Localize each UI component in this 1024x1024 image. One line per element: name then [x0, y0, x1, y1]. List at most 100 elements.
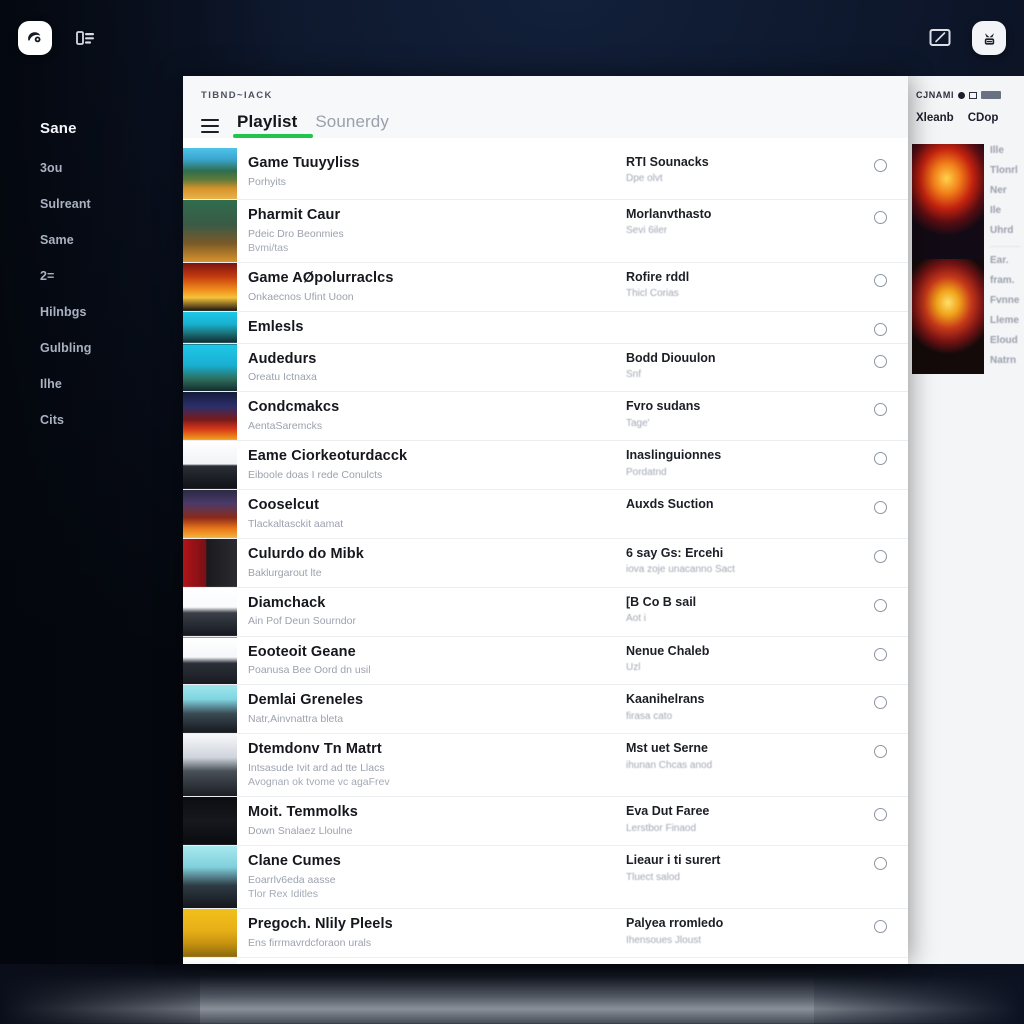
top-bar-right: [926, 21, 1006, 55]
track-text-block: Demlai Greneles Natr,Ainvnattra bleta: [237, 685, 622, 733]
rail-meta-item: Eloud: [990, 335, 1018, 346]
track-list[interactable]: Game Tuuyyliss Porhyits RTI Sounacks Dpe ol…: [183, 148, 908, 964]
track-row[interactable]: ConnnenalesOeathvpen Cninnamel/6' tle-Ra…: [183, 958, 908, 964]
circle-toggle-icon[interactable]: [873, 501, 887, 515]
track-row[interactable]: Culurdo do Mibk Baklurgarout lte 6 say Gs:…: [183, 538, 908, 588]
track-row[interactable]: Dtemdonv Tn Matrt Intsasude Ivit ard ad t…: [183, 734, 908, 798]
app-logo-icon[interactable]: [18, 21, 52, 55]
track-meta-block: Bodd Diouulon Snf: [622, 344, 852, 392]
track-row[interactable]: Eooteoit Geane Poanusa Bee Oord dn usil Ne…: [183, 636, 908, 686]
circle-toggle-icon[interactable]: [873, 322, 887, 336]
track-meta-title: Kaanihelrans: [626, 692, 705, 707]
track-subtitle: Baklurgarout lte: [248, 566, 322, 579]
track-meta-title: Eva Dut Faree: [626, 804, 710, 819]
track-meta-block: l/6' tle-Raux: [622, 958, 852, 964]
track-action-cell[interactable]: [852, 685, 908, 733]
circle-toggle-icon[interactable]: [873, 211, 887, 224]
track-action-cell[interactable]: [852, 441, 908, 489]
track-meta-subtitle: Sevi 6iler: [626, 225, 668, 237]
track-text-block: Culurdo do Mibk Baklurgarout lte: [237, 539, 622, 587]
track-action-cell[interactable]: [852, 588, 908, 636]
track-action-cell[interactable]: [852, 909, 908, 957]
track-action-cell[interactable]: [852, 797, 908, 845]
tab-bar: Playlist Sounerdy: [201, 101, 908, 138]
library-icon[interactable]: [72, 24, 100, 52]
sidebar-item-7[interactable]: Cits: [40, 413, 183, 427]
circle-toggle-icon[interactable]: [873, 354, 887, 368]
rail-tab-xleanb[interactable]: Xleanb: [916, 112, 954, 124]
window-screen-icon[interactable]: [926, 24, 954, 52]
circle-toggle-icon[interactable]: [873, 808, 887, 822]
track-text-block: Emlesls: [237, 312, 622, 343]
track-row[interactable]: Pharmit Caur Pdeic Dro Beonmies Bvmi/tas Mo…: [183, 200, 908, 264]
sidebar-item-6[interactable]: Ilhe: [40, 377, 183, 391]
track-action-cell[interactable]: [852, 846, 908, 908]
circle-toggle-icon[interactable]: [873, 549, 887, 563]
sidebar-item-1[interactable]: Sulreant: [40, 197, 183, 211]
track-row[interactable]: Game Tuuyyliss Porhyits RTI Sounacks Dpe ol…: [183, 148, 908, 200]
track-row[interactable]: Diamchack Ain Pof Deun Sourndor [B Co B sa…: [183, 587, 908, 637]
track-text-block: Cooselcut Tlackaltasckit aamat: [237, 490, 622, 538]
track-action-cell[interactable]: [852, 637, 908, 685]
hamburger-icon[interactable]: [201, 119, 219, 133]
track-action-cell[interactable]: [852, 392, 908, 440]
sidebar-item-5[interactable]: Gulbling: [40, 341, 183, 355]
rail-meta-item: Tlonrl: [990, 165, 1018, 176]
account-chip-icon[interactable]: [972, 21, 1006, 55]
track-row[interactable]: Demlai Greneles Natr,Ainvnattra bleta Kaan…: [183, 685, 908, 735]
sidebar-item-2[interactable]: Same: [40, 233, 183, 247]
track-row[interactable]: Clane Cumes Eoarrlv6eda aasse Tlor Rex Idi…: [183, 846, 908, 910]
track-row[interactable]: Game AØpolurraclcs Onkaecnos Ufint Uoon Ro…: [183, 263, 908, 312]
track-row[interactable]: Moit. Temmolks Down Snalaez Lloulne Eva Du…: [183, 797, 908, 847]
track-row[interactable]: Cooselcut Tlackaltasckit aamat Auxds Sucti…: [183, 490, 908, 539]
track-meta-block: Kaanihelrans firasa cato: [622, 685, 852, 733]
sidebar-item-0[interactable]: 3ou: [40, 161, 183, 175]
sidebar-item-3[interactable]: 2=: [40, 269, 183, 283]
track-action-cell[interactable]: [852, 200, 908, 262]
square-outline-icon: [969, 91, 978, 99]
track-action-cell[interactable]: [852, 148, 908, 199]
circle-toggle-icon[interactable]: [873, 274, 887, 288]
track-subtitle: Poanusa Bee Oord dn usil: [248, 664, 371, 677]
circle-toggle-icon[interactable]: [873, 857, 887, 871]
track-action-cell[interactable]: [852, 312, 908, 343]
track-action-cell[interactable]: [852, 490, 908, 538]
track-text-block: Dtemdonv Tn Matrt Intsasude Ivit ard ad t…: [237, 734, 622, 796]
track-meta-subtitle: iova zoje unacanno Sact: [626, 564, 735, 576]
track-row[interactable]: Pregoch. Nlily Pleels Ens firrmavrdcforao…: [183, 909, 908, 958]
track-text-block: Eame Ciorkeoturdacck Eiboole doas I rede …: [237, 441, 622, 489]
track-action-cell[interactable]: [852, 958, 908, 964]
circle-toggle-icon[interactable]: [873, 598, 887, 612]
circle-toggle-icon[interactable]: [873, 647, 887, 661]
rail-poster-0[interactable]: [912, 144, 984, 259]
track-text-block: Game Tuuyyliss Porhyits: [237, 148, 622, 199]
track-row[interactable]: Condcmakcs AentaSaremcks Fvro sudans Tage': [183, 392, 908, 442]
track-meta-title: RTI Sounacks: [626, 155, 709, 169]
track-action-cell[interactable]: [852, 539, 908, 587]
circle-toggle-icon[interactable]: [873, 745, 887, 759]
tab-sounerdy[interactable]: Sounerdy: [315, 112, 389, 138]
track-subtitle: Pdeic Dro Beonmies: [248, 227, 344, 240]
track-thumbnail: [183, 392, 237, 441]
track-action-cell[interactable]: [852, 344, 908, 392]
tab-playlist[interactable]: Playlist: [232, 112, 314, 138]
track-subtitle: Onkaecnos Ufint Uoon: [248, 290, 354, 303]
sidebar-item-4[interactable]: Hilnbgs: [40, 305, 183, 319]
circle-toggle-icon[interactable]: [873, 452, 887, 466]
track-row[interactable]: Eame Ciorkeoturdacck Eiboole doas I rede …: [183, 441, 908, 491]
circle-toggle-icon[interactable]: [873, 403, 887, 417]
rail-tab-cdop[interactable]: CDop: [968, 112, 999, 124]
track-thumbnail: [183, 685, 237, 734]
circle-toggle-icon[interactable]: [873, 159, 887, 172]
circle-toggle-icon[interactable]: [873, 696, 887, 710]
track-action-cell[interactable]: [852, 734, 908, 796]
track-row[interactable]: Audedurs Oreatu Ictnaxa Bodd Diouulon Snf: [183, 343, 908, 393]
track-row[interactable]: Emlesls: [183, 311, 908, 344]
track-meta-subtitle: Pordatnd: [626, 466, 667, 478]
track-meta-title: Bodd Diouulon: [626, 350, 716, 365]
track-meta-title: [B Co B sail: [626, 594, 697, 609]
track-meta-title: Lieaur i ti surert: [626, 853, 721, 868]
track-action-cell[interactable]: [852, 263, 908, 311]
circle-toggle-icon[interactable]: [873, 920, 887, 934]
rail-poster-1[interactable]: [912, 259, 984, 374]
